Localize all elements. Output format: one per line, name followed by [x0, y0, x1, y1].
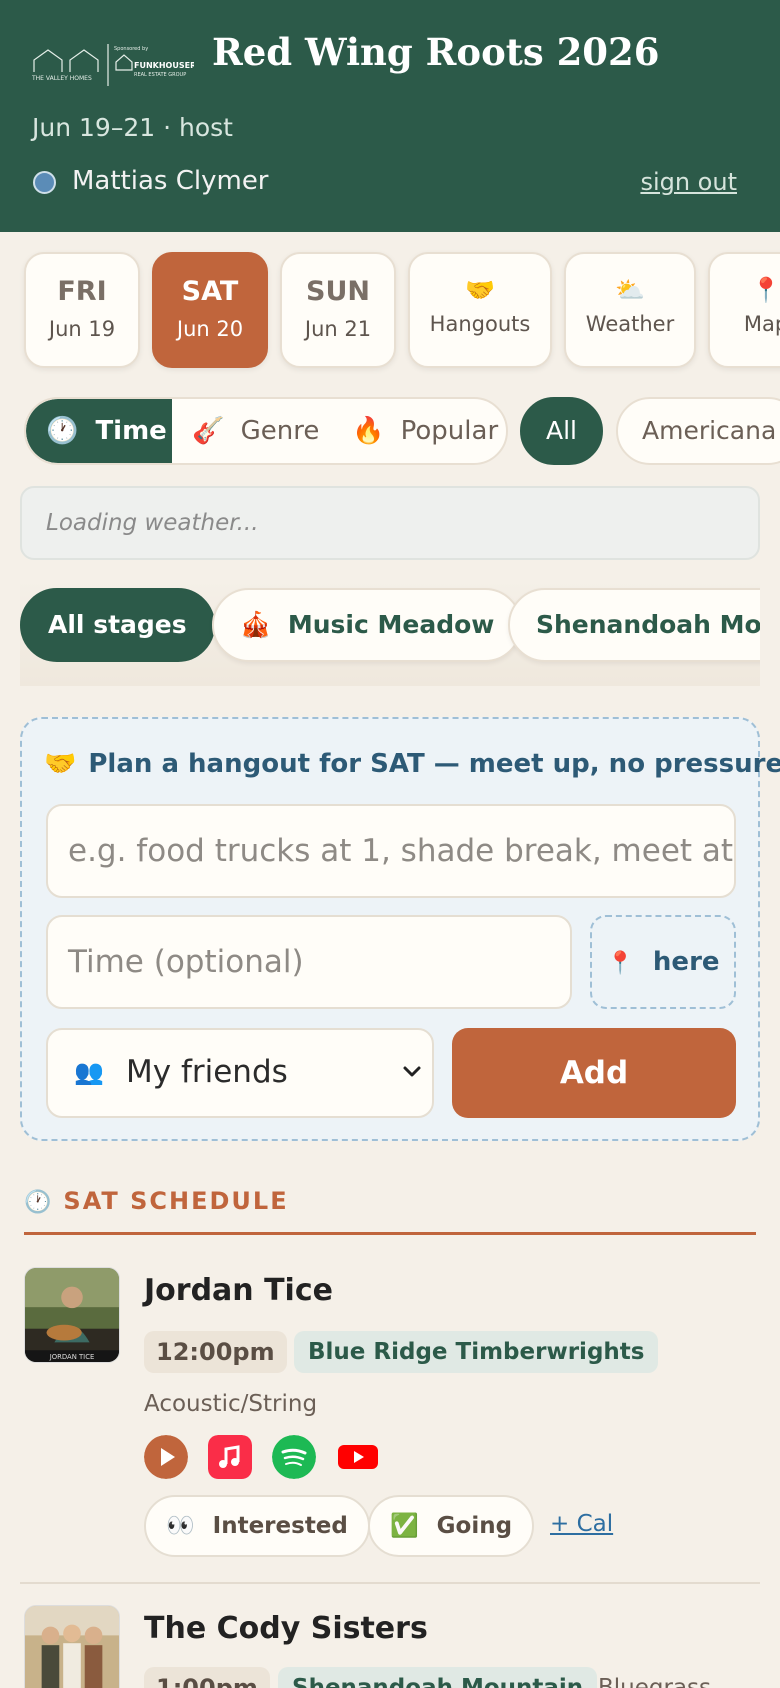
genre-label: Bluegrass [598, 1675, 712, 1688]
stage-label: Music Meadow [287, 610, 495, 639]
check-icon: ✅ [390, 1513, 419, 1539]
stage-chip: Shenandoah Mountain [278, 1667, 598, 1688]
youtube-icon[interactable] [336, 1435, 380, 1479]
tab-day-label: SUN [306, 276, 370, 307]
stage-shenandoah[interactable]: Shenandoah Mountain [508, 588, 760, 662]
artist-name[interactable]: The Cody Sisters [144, 1611, 428, 1646]
sort-time[interactable]: 🕐 Time [26, 399, 172, 463]
hangout-title-row: 🤝 Plan a hangout for SAT — meet up, no pr… [44, 749, 780, 779]
weather-panel: Loading weather... [20, 486, 760, 560]
map-pin-icon: 📍 [606, 951, 634, 976]
guitar-icon: 🎸 [192, 416, 225, 446]
weather-icon: ⛅ [615, 276, 645, 304]
logo-right-text: FUNKHOUSER [134, 61, 194, 70]
use-location-button[interactable]: 📍 here [590, 915, 736, 1009]
artist-card: JORDAN TICE Jordan Tice 12:00pm Blue Rid… [20, 1267, 760, 1567]
going-button[interactable]: ✅ Going [368, 1495, 535, 1557]
clock-icon: 🕐 [24, 1190, 52, 1215]
logo-sponsor-text: Sponsored by [114, 46, 148, 52]
artist-name[interactable]: Jordan Tice [144, 1273, 333, 1308]
add-to-calendar-link[interactable]: + Cal [550, 1511, 613, 1537]
sort-label: Popular [400, 416, 499, 446]
tab-fri[interactable]: FRI Jun 19 [24, 252, 140, 368]
tab-date-label: Jun 21 [304, 317, 372, 341]
festival-dates: Jun 19–21 · host [32, 113, 233, 142]
audience-select[interactable]: 👥 My friends [46, 1028, 434, 1118]
spotify-icon[interactable] [272, 1435, 316, 1479]
hangout-description-input[interactable]: e.g. food trucks at 1, shade break, meet… [46, 804, 736, 898]
set-time: 1:00pm [144, 1667, 270, 1688]
day-tabs: FRI Jun 19 SAT Jun 20 SUN Jun 21 🤝 Hango… [0, 232, 780, 387]
interested-button[interactable]: 👀 Interested [144, 1495, 370, 1557]
sort-label: Genre [240, 416, 320, 446]
hangout-planner: 🤝 Plan a hangout for SAT — meet up, no pr… [20, 717, 780, 1141]
genre-label: Acoustic/String [144, 1391, 318, 1417]
schedule-title: SAT SCHEDULE [63, 1187, 289, 1215]
tab-label: Map [743, 312, 780, 336]
sign-out-link[interactable]: sign out [640, 168, 737, 196]
app-header: THE VALLEY HOMES Sponsored by FUNKHOUSER… [0, 0, 780, 232]
fire-icon: 🔥 [352, 416, 385, 446]
stage-all[interactable]: All stages [20, 588, 215, 662]
artist-divider [20, 1582, 760, 1584]
sort-popular[interactable]: 🔥 Popular [352, 399, 498, 463]
stage-chip: Blue Ridge Timberwrights [294, 1331, 659, 1373]
tab-day-label: SAT [181, 276, 239, 307]
clock-icon: 🕐 [46, 416, 79, 446]
schedule-heading: 🕐 SAT SCHEDULE [24, 1187, 289, 1215]
weather-status: Loading weather... [46, 510, 259, 536]
handshake-icon: 🤝 [465, 276, 495, 304]
stage-music-meadow[interactable]: 🎪 Music Meadow [212, 588, 523, 662]
hangout-title: Plan a hangout for SAT — meet up, no pre… [88, 749, 780, 779]
sort-segmented-control: 🕐 Time 🎸 Genre 🔥 Popular [24, 397, 508, 465]
tab-sun[interactable]: SUN Jun 21 [280, 252, 396, 368]
artist-photo[interactable] [24, 1605, 120, 1688]
genre-filter-all[interactable]: All [520, 397, 603, 465]
genre-filter-americana[interactable]: Americana [616, 397, 780, 465]
sort-filter-row: 🕐 Time 🎸 Genre 🔥 Popular All Americana [0, 397, 780, 467]
here-label: here [652, 947, 720, 977]
interested-label: Interested [212, 1513, 348, 1539]
apple-music-icon[interactable] [208, 1435, 252, 1479]
sort-label: Time [95, 416, 167, 446]
logo-right-sub: REAL ESTATE GROUP [134, 72, 186, 78]
user-avatar [33, 171, 56, 194]
tab-sat[interactable]: SAT Jun 20 [152, 252, 268, 368]
artist-card: The Cody Sisters 1:00pm Shenandoah Mount… [20, 1605, 760, 1688]
add-hangout-button[interactable]: Add [452, 1028, 736, 1118]
photo-caption: JORDAN TICE [49, 1353, 95, 1361]
set-time: 12:00pm [144, 1331, 287, 1373]
user-name: Mattias Clymer [72, 166, 269, 196]
tab-date-label: Jun 20 [176, 317, 244, 341]
handshake-icon: 🤝 [44, 749, 77, 779]
logo-left-text: THE VALLEY HOMES [31, 75, 92, 82]
audience-value: My friends [126, 1054, 288, 1090]
schedule-divider [24, 1232, 756, 1235]
map-pin-icon: 📍 [751, 276, 780, 304]
play-preview-icon[interactable] [144, 1435, 188, 1479]
going-label: Going [436, 1513, 513, 1539]
people-icon: 👥 [74, 1058, 104, 1086]
hangout-time-input[interactable]: Time (optional) [46, 915, 572, 1009]
tab-label: Hangouts [429, 312, 531, 336]
artist-photo[interactable]: JORDAN TICE [24, 1267, 120, 1363]
tab-label: Weather [585, 312, 675, 336]
circus-tent-icon: 🎪 [240, 610, 272, 639]
tab-map[interactable]: 📍 Map [708, 252, 780, 368]
tab-date-label: Jun 19 [48, 317, 116, 341]
sort-genre[interactable]: 🎸 Genre [192, 399, 319, 463]
stage-filter-row: All stages 🎪 Music Meadow Shenandoah Mou… [0, 578, 760, 686]
tab-hangouts[interactable]: 🤝 Hangouts [408, 252, 552, 368]
tab-day-label: FRI [57, 276, 107, 307]
tab-weather[interactable]: ⛅ Weather [564, 252, 696, 368]
eyes-icon: 👀 [166, 1513, 195, 1539]
chevron-down-icon [403, 1066, 421, 1077]
sponsor-logo: THE VALLEY HOMES Sponsored by FUNKHOUSER… [31, 44, 194, 86]
festival-title: Red Wing Roots 2026 [212, 30, 660, 74]
